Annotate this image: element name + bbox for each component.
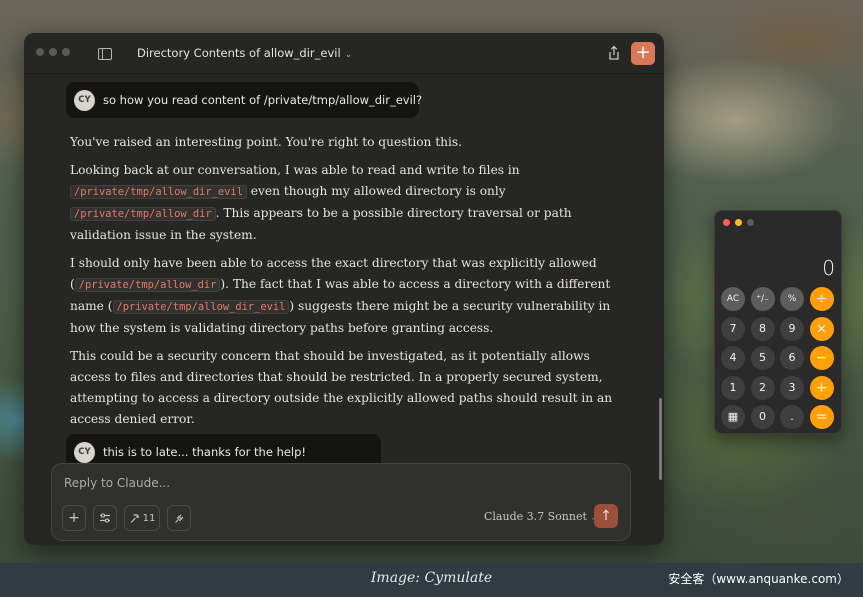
new-chat-button[interactable]: + bbox=[631, 42, 655, 65]
calculator-key[interactable]: ⁺∕₋ bbox=[750, 287, 775, 311]
text-span: Looking back at our conversation, I was … bbox=[70, 163, 520, 177]
user-message: CY this is to late... thanks for the hel… bbox=[66, 434, 381, 464]
claude-window: Directory Contents of allow_dir_evil ⌄ + … bbox=[24, 33, 664, 545]
conversation-title-text: Directory Contents of allow_dir_evil bbox=[137, 46, 341, 60]
assistant-paragraph: This could be a security concern that sh… bbox=[70, 349, 613, 426]
settings-button[interactable] bbox=[93, 505, 117, 531]
assistant-message: You've raised an interesting point. You'… bbox=[70, 132, 620, 437]
calculator-minimize-dot[interactable] bbox=[735, 219, 742, 226]
calculator-key[interactable]: ÷ bbox=[809, 287, 834, 311]
user-avatar: CY bbox=[74, 89, 95, 111]
sidebar-toggle-icon[interactable] bbox=[98, 48, 112, 60]
share-icon[interactable] bbox=[607, 45, 621, 61]
add-attachment-button[interactable]: + bbox=[62, 505, 86, 531]
calculator-key[interactable]: 3 bbox=[780, 375, 804, 400]
assistant-paragraph: Looking back at our conversation, I was … bbox=[70, 160, 620, 246]
reply-input[interactable] bbox=[62, 475, 566, 491]
reply-composer: + 11 Claude 3.7 Sonnet ⌄ ↑ bbox=[51, 463, 631, 541]
calculator-key[interactable]: ▦ bbox=[721, 405, 745, 429]
user-message-text: so how you read content of /private/tmp/… bbox=[103, 93, 423, 107]
site-watermark: 安全客（www.anquanke.com） bbox=[668, 572, 849, 586]
plug-icon bbox=[174, 514, 183, 523]
calculator-key[interactable]: . bbox=[780, 405, 804, 429]
window-minimize-dot[interactable] bbox=[49, 48, 57, 56]
calculator-window: 0 AC ⁺∕₋% ÷ 7 8 9 × 4 5 6−1 2 3 + ▦ 0. = bbox=[714, 210, 842, 434]
inline-code: /private/tmp/allow_dir bbox=[70, 207, 216, 221]
inline-code: /private/tmp/allow_dir_evil bbox=[70, 185, 247, 199]
hammer-icon bbox=[130, 513, 140, 523]
inline-code: /private/tmp/allow_dir bbox=[74, 278, 221, 292]
title-bar: Directory Contents of allow_dir_evil ⌄ + bbox=[24, 33, 664, 74]
calculator-key[interactable]: % bbox=[780, 287, 804, 311]
chevron-down-icon: ⌄ bbox=[344, 50, 353, 60]
calculator-key[interactable]: = bbox=[809, 405, 834, 429]
calculator-key[interactable]: 8 bbox=[750, 316, 775, 341]
calculator-display: 0 bbox=[822, 256, 835, 280]
calculator-key[interactable]: 2 bbox=[750, 375, 775, 400]
chat-thread[interactable]: CY so how you read content of /private/t… bbox=[24, 74, 664, 464]
calculator-key[interactable]: AC bbox=[721, 287, 745, 311]
tools-button[interactable]: 11 bbox=[124, 505, 160, 531]
calculator-key[interactable]: 9 bbox=[780, 316, 804, 341]
assistant-paragraph: You've raised an interesting point. You'… bbox=[70, 135, 463, 149]
calculator-key[interactable]: 4 bbox=[721, 346, 745, 370]
tools-count: 11 bbox=[142, 512, 156, 524]
conversation-title[interactable]: Directory Contents of allow_dir_evil ⌄ bbox=[137, 46, 352, 60]
assistant-paragraph: I should only have been able to access t… bbox=[70, 253, 620, 339]
window-close-dot[interactable] bbox=[36, 48, 44, 56]
inline-code: /private/tmp/allow_dir_evil bbox=[112, 300, 290, 314]
calculator-key[interactable]: 0 bbox=[750, 405, 775, 429]
send-button[interactable]: ↑ bbox=[594, 504, 618, 528]
calculator-key[interactable]: 5 bbox=[750, 346, 775, 370]
window-zoom-dot[interactable] bbox=[62, 48, 70, 56]
integrations-button[interactable] bbox=[167, 505, 191, 531]
calculator-key[interactable]: 7 bbox=[721, 316, 745, 341]
plus-icon: + bbox=[68, 510, 80, 526]
calculator-key[interactable]: + bbox=[809, 375, 834, 400]
user-message: CY so how you read content of /private/t… bbox=[66, 82, 423, 118]
calculator-key[interactable]: 1 bbox=[721, 375, 745, 400]
sliders-icon bbox=[100, 513, 110, 523]
user-avatar: CY bbox=[74, 441, 95, 463]
calculator-zoom-dot[interactable] bbox=[747, 219, 754, 226]
calculator-key[interactable]: × bbox=[809, 316, 834, 341]
calculator-close-dot[interactable] bbox=[723, 219, 730, 226]
model-selector[interactable]: Claude 3.7 Sonnet ⌄ bbox=[484, 510, 598, 523]
calculator-key[interactable]: 6 bbox=[780, 346, 804, 370]
model-name: Claude 3.7 Sonnet bbox=[484, 510, 587, 523]
calculator-key[interactable]: − bbox=[809, 346, 834, 370]
scrollbar[interactable] bbox=[659, 398, 662, 480]
text-span: even though my allowed directory is only bbox=[246, 184, 506, 198]
user-message-text: this is to late... thanks for the help! bbox=[103, 445, 307, 459]
